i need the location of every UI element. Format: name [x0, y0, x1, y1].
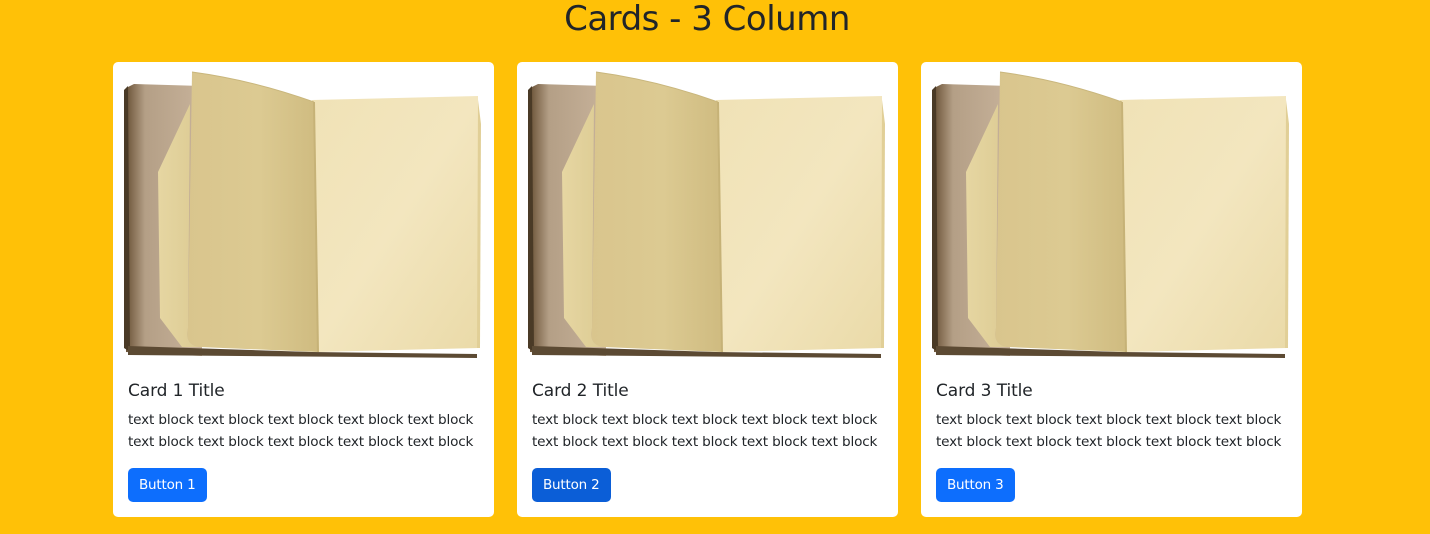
open-book-image [930, 66, 1293, 358]
card-text-line: text block text block text block text bl… [532, 412, 878, 428]
card-text: text block text block text block text bl… [532, 409, 888, 453]
card-1: Card 1 Title text block text block text … [113, 62, 494, 517]
open-book-image [122, 66, 485, 358]
card-text-line: text block text block text block text bl… [128, 412, 474, 428]
open-book-image [526, 66, 889, 358]
card-2: Card 2 Title text block text block text … [517, 62, 898, 517]
card-text: text block text block text block text bl… [936, 409, 1292, 453]
card-title: Card 1 Title [128, 381, 225, 401]
card-text: text block text block text block text bl… [128, 409, 484, 453]
card-text-line: text block text block text block text bl… [128, 434, 474, 450]
card-text-line: text block text block text block text bl… [532, 434, 878, 450]
card-1-button[interactable]: Button 1 [128, 468, 207, 502]
card-text-line: text block text block text block text bl… [936, 434, 1282, 450]
card-3-button[interactable]: Button 3 [936, 468, 1015, 502]
card-title: Card 2 Title [532, 381, 629, 401]
card-2-button[interactable]: Button 2 [532, 468, 611, 502]
card-3: Card 3 Title text block text block text … [921, 62, 1302, 517]
card-text-line: text block text block text block text bl… [936, 412, 1282, 428]
page-title: Cards - 3 Column [564, 0, 850, 39]
card-title: Card 3 Title [936, 381, 1033, 401]
cards-row: Card 1 Title text block text block text … [113, 62, 1302, 517]
